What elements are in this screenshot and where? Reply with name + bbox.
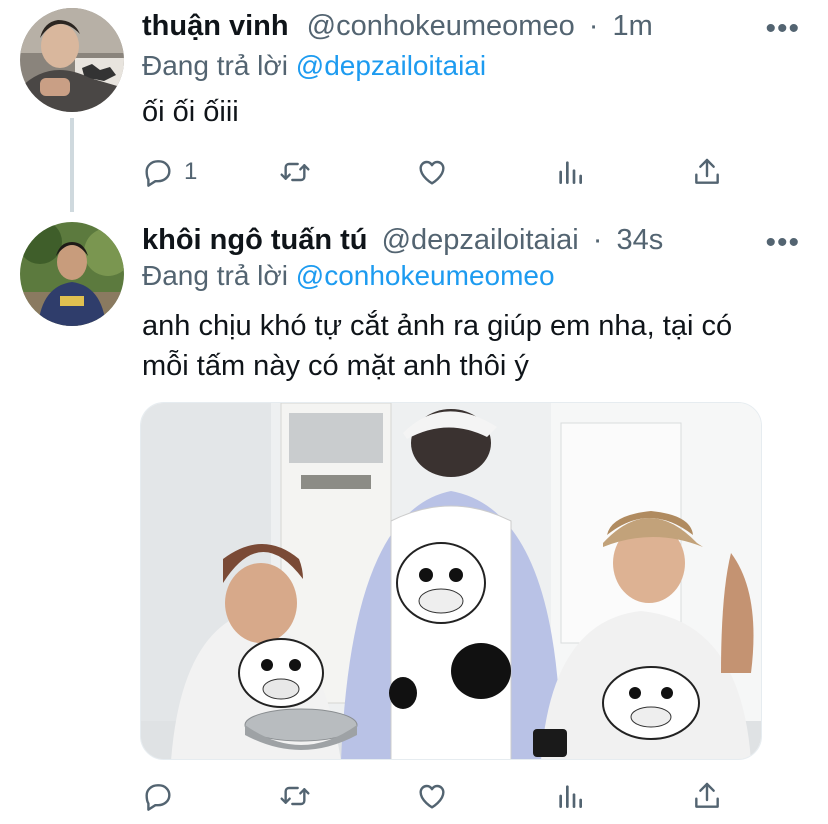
action-bar <box>142 776 742 816</box>
stats-button[interactable] <box>554 152 586 192</box>
separator-dot: · <box>592 224 603 256</box>
more-icon[interactable]: ••• <box>765 226 800 260</box>
reply-icon <box>145 160 171 187</box>
tweet-media-photo[interactable] <box>140 402 762 760</box>
tweet-1[interactable]: thuận vinh @conhokeumeomeo · 1m ••• Đang… <box>0 0 828 212</box>
share-icon <box>695 158 719 184</box>
mention-link[interactable]: @conhokeumeomeo <box>296 260 555 291</box>
retweet-icon <box>280 786 310 806</box>
stats-icon <box>559 785 582 808</box>
more-icon[interactable]: ••• <box>765 12 800 46</box>
separator-dot: · <box>588 10 599 42</box>
profile-photo <box>20 222 124 326</box>
like-icon <box>419 160 445 185</box>
profile-photo <box>20 8 124 112</box>
tweet-text-line: mỗi tấm này có mặt anh thôi ý <box>142 350 529 382</box>
reply-button[interactable]: 1 <box>142 152 197 192</box>
avatar[interactable] <box>20 222 124 326</box>
retweet-icon <box>280 162 310 182</box>
retweet-button[interactable] <box>279 152 311 192</box>
reply-icon <box>145 784 171 811</box>
like-button[interactable] <box>416 776 448 816</box>
tweet-text-line: anh chịu khó tự cắt ảnh ra giúp em nha, … <box>142 310 733 342</box>
replying-to-label: Đang trả lời <box>142 260 288 291</box>
retweet-button[interactable] <box>279 776 311 816</box>
avatar[interactable] <box>20 8 124 112</box>
stats-icon <box>559 161 582 184</box>
display-name[interactable]: thuận vinh <box>142 10 289 42</box>
timestamp[interactable]: 34s <box>616 224 663 256</box>
replying-to: Đang trả lời @depzailoitaiai <box>142 50 486 82</box>
tweet-header: thuận vinh @conhokeumeomeo · 1m <box>142 10 653 43</box>
mention-link[interactable]: @depzailoitaiai <box>296 50 486 81</box>
thread-connector-line <box>70 118 74 212</box>
reply-count: 1 <box>184 158 198 185</box>
share-button[interactable] <box>691 776 723 816</box>
tweet-header: khôi ngô tuấn tú @depzailoitaiai · 34s <box>142 224 663 257</box>
replying-to: Đang trả lời @conhokeumeomeo <box>142 260 555 292</box>
stats-button[interactable] <box>554 776 586 816</box>
reply-button[interactable] <box>142 776 174 816</box>
user-handle[interactable]: @depzailoitaiai <box>382 224 579 256</box>
user-handle[interactable]: @conhokeumeomeo <box>307 10 575 42</box>
share-icon <box>695 782 719 808</box>
timestamp[interactable]: 1m <box>613 10 653 42</box>
action-bar: 1 <box>142 152 742 192</box>
display-name[interactable]: khôi ngô tuấn tú <box>142 224 368 256</box>
replying-to-label: Đang trả lời <box>142 50 288 81</box>
tweet-text: anh chịu khó tự cắt ảnh ra giúp em nha, … <box>142 306 732 386</box>
photo-three-boys-cooking <box>141 403 761 759</box>
share-button[interactable] <box>691 152 723 192</box>
like-button[interactable] <box>416 152 448 192</box>
tweet-text: ối ối ốiii <box>142 96 239 128</box>
like-icon <box>419 784 445 809</box>
